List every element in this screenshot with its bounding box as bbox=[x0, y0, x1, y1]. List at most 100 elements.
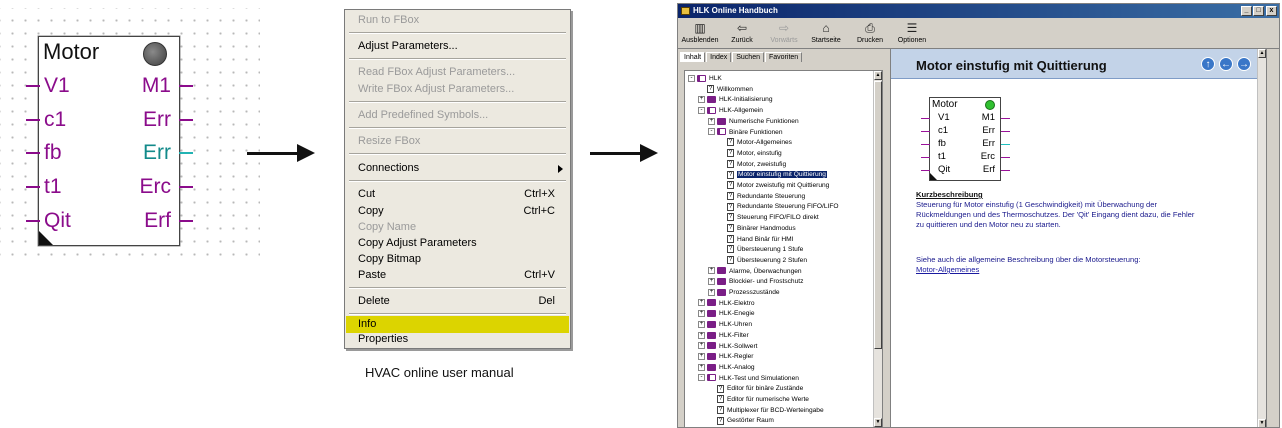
tree-scrollbar[interactable]: ▲ ▼ bbox=[873, 71, 882, 427]
menu-item-connections[interactable]: Connections bbox=[346, 160, 569, 177]
menu-item-adjust-parameters[interactable]: Adjust Parameters... bbox=[346, 38, 569, 55]
tree-item[interactable]: + HLK-Sollwert bbox=[698, 342, 757, 352]
collapse-icon[interactable]: - bbox=[698, 374, 705, 382]
expand-icon[interactable]: + bbox=[698, 352, 705, 360]
scroll-up-icon[interactable]: ▲ bbox=[1258, 49, 1266, 58]
tab-index[interactable]: Index bbox=[706, 52, 732, 62]
tree-item[interactable]: + Blockier- und Frostschutz bbox=[708, 277, 803, 287]
output-wire[interactable] bbox=[179, 85, 193, 87]
input-wire[interactable] bbox=[26, 85, 40, 87]
tree-item[interactable]: ? Motor, zweistufig bbox=[718, 159, 786, 170]
up-icon[interactable]: ↑ bbox=[1201, 57, 1215, 71]
input-wire[interactable] bbox=[26, 186, 40, 188]
tree-item[interactable]: - HLK-Allgemein bbox=[698, 106, 763, 116]
tree-item[interactable]: ? Motor einstufig mit Quittierung bbox=[718, 170, 827, 180]
expand-icon[interactable]: + bbox=[698, 342, 705, 350]
output-wire[interactable] bbox=[179, 220, 193, 222]
expand-icon[interactable]: + bbox=[708, 278, 715, 286]
print-button[interactable]: ⎙ Drucken bbox=[850, 21, 890, 44]
collapse-icon[interactable]: - bbox=[708, 128, 715, 136]
tree-item[interactable]: + HLK-Enegie bbox=[698, 309, 755, 319]
options-button[interactable]: ☰ Optionen bbox=[892, 21, 932, 44]
tree-item[interactable]: - HLK-Test und Simulationen bbox=[698, 374, 799, 384]
tree-item[interactable]: ? Redundante Steuerung FIFO/LIFO bbox=[718, 202, 839, 212]
menu-item-write-fbox-adjust-parameters[interactable]: Write FBox Adjust Parameters... bbox=[346, 81, 569, 98]
expand-icon[interactable]: + bbox=[698, 331, 705, 339]
tree-item[interactable]: ? Editor für binäre Zustände bbox=[708, 384, 803, 394]
menu-item-delete[interactable]: Delete Del bbox=[346, 293, 569, 310]
menu-item-copy[interactable]: Copy Ctrl+C bbox=[346, 203, 569, 220]
close-button[interactable]: x bbox=[1266, 6, 1277, 16]
minimize-button[interactable]: _ bbox=[1241, 6, 1252, 16]
tree-item[interactable]: ? Editor für numerische Werte bbox=[708, 395, 809, 405]
tree-item[interactable]: ? Redundante Steuerung bbox=[718, 191, 805, 202]
tree-item[interactable]: ? Willkommen bbox=[698, 84, 753, 95]
menu-item-read-fbox-adjust-parameters[interactable]: Read FBox Adjust Parameters... bbox=[346, 64, 569, 81]
expand-icon[interactable]: + bbox=[698, 299, 705, 307]
content-scrollbar[interactable]: ▲ ▼ bbox=[1257, 49, 1266, 427]
tree-item[interactable]: ? Multiplexer für BCD-Werteingabe bbox=[708, 405, 824, 416]
scroll-down-icon[interactable]: ▼ bbox=[1258, 419, 1266, 427]
expand-icon[interactable]: + bbox=[698, 310, 705, 318]
tree-item[interactable]: ? Übersteuerung 1 Stufe bbox=[718, 245, 803, 255]
tree-item[interactable]: + Prozesszustände bbox=[708, 288, 780, 298]
menu-item-copy-bitmap[interactable]: Copy Bitmap bbox=[346, 251, 569, 268]
tree-item[interactable]: - HLK bbox=[688, 74, 722, 84]
expand-icon[interactable]: + bbox=[708, 267, 715, 275]
input-wire[interactable] bbox=[26, 119, 40, 121]
output-wire[interactable] bbox=[179, 186, 193, 188]
menu-item-run-to-fbox[interactable]: Run to FBox bbox=[346, 12, 569, 29]
help-titlebar[interactable]: HLK Online Handbuch _ □ x bbox=[678, 4, 1279, 18]
tree-item[interactable]: ? Hand Binär für HMI bbox=[718, 234, 793, 245]
menu-item-resize-fbox[interactable]: Resize FBox bbox=[346, 133, 569, 150]
tree-item[interactable]: + Alarme, Überwachungen bbox=[708, 267, 802, 277]
tree-item[interactable]: + HLK-Filter bbox=[698, 331, 749, 341]
tree-item[interactable]: ? Steuerung FIFO/FILO direkt bbox=[718, 213, 819, 223]
tree-item[interactable]: - Binäre Funktionen bbox=[708, 128, 783, 138]
tree-item[interactable]: ? Motor-Allgemeines bbox=[718, 138, 792, 148]
menu-item-copy-adjust-parameters[interactable]: Copy Adjust Parameters bbox=[346, 235, 569, 252]
tree-item[interactable]: + HLK-Analog bbox=[698, 363, 755, 373]
input-wire[interactable] bbox=[26, 152, 40, 154]
input-wire[interactable] bbox=[26, 220, 40, 222]
expand-icon[interactable]: + bbox=[708, 117, 715, 125]
tree-item[interactable]: ? Übersteuerung 2 Stufen bbox=[718, 256, 807, 266]
collapse-icon[interactable]: - bbox=[698, 106, 705, 114]
tree-item[interactable]: + HLK-Regler bbox=[698, 352, 753, 362]
tree-item[interactable]: ? Motor, einstufig bbox=[718, 149, 782, 159]
tree-item[interactable]: ? Gestörter Raum bbox=[708, 416, 774, 426]
see-also-link[interactable]: Motor-Allgemeines bbox=[916, 265, 979, 275]
home-button[interactable]: ⌂ Startseite bbox=[806, 21, 846, 44]
scroll-down-icon[interactable]: ▼ bbox=[874, 418, 882, 427]
tab-favoriten[interactable]: Favoriten bbox=[765, 52, 803, 62]
tree-item[interactable]: ? Binärer Handmodus bbox=[718, 224, 796, 234]
menu-item-copy-name[interactable]: Copy Name bbox=[346, 219, 569, 236]
hide-button[interactable]: ▥ Ausblenden bbox=[680, 21, 720, 44]
forward-button[interactable]: ⇨ Vorwärts bbox=[764, 21, 804, 44]
forward-icon[interactable]: → bbox=[1237, 57, 1251, 71]
scroll-thumb[interactable] bbox=[874, 81, 882, 349]
tree-item[interactable]: + HLK-Elektro bbox=[698, 299, 755, 309]
collapse-icon[interactable]: - bbox=[688, 74, 695, 82]
tree-item[interactable]: + HLK-Uhren bbox=[698, 320, 752, 330]
menu-item-paste[interactable]: Paste Ctrl+V bbox=[346, 267, 569, 284]
expand-icon[interactable]: + bbox=[698, 96, 705, 104]
menu-item-add-predefined-symbols[interactable]: Add Predefined Symbols... bbox=[346, 107, 569, 124]
output-wire[interactable] bbox=[179, 119, 193, 121]
back-icon[interactable]: ← bbox=[1219, 57, 1233, 71]
output-wire[interactable] bbox=[179, 152, 193, 154]
menu-item-cut[interactable]: Cut Ctrl+X bbox=[346, 186, 569, 203]
tab-suchen[interactable]: Suchen bbox=[732, 52, 764, 62]
maximize-button[interactable]: □ bbox=[1253, 6, 1264, 16]
tree-item[interactable]: ? Motor zweistufig mit Quittierung bbox=[718, 181, 829, 191]
expand-icon[interactable]: + bbox=[698, 320, 705, 328]
tree-item[interactable]: + Numerische Funktionen bbox=[708, 117, 799, 127]
tab-inhalt[interactable]: Inhalt bbox=[680, 52, 706, 62]
menu-item-properties[interactable]: Properties bbox=[346, 331, 569, 348]
tree-item[interactable]: + HLK-Initialisierung bbox=[698, 95, 773, 105]
back-button[interactable]: ⇦ Zurück bbox=[722, 21, 762, 44]
expand-icon[interactable]: + bbox=[698, 363, 705, 371]
scroll-up-icon[interactable]: ▲ bbox=[874, 71, 882, 80]
expand-icon[interactable]: + bbox=[708, 288, 715, 296]
motor-fbox[interactable]: Motor V1 c1 fb t1 Qit M1 Err Err Erc Erf bbox=[38, 36, 180, 246]
